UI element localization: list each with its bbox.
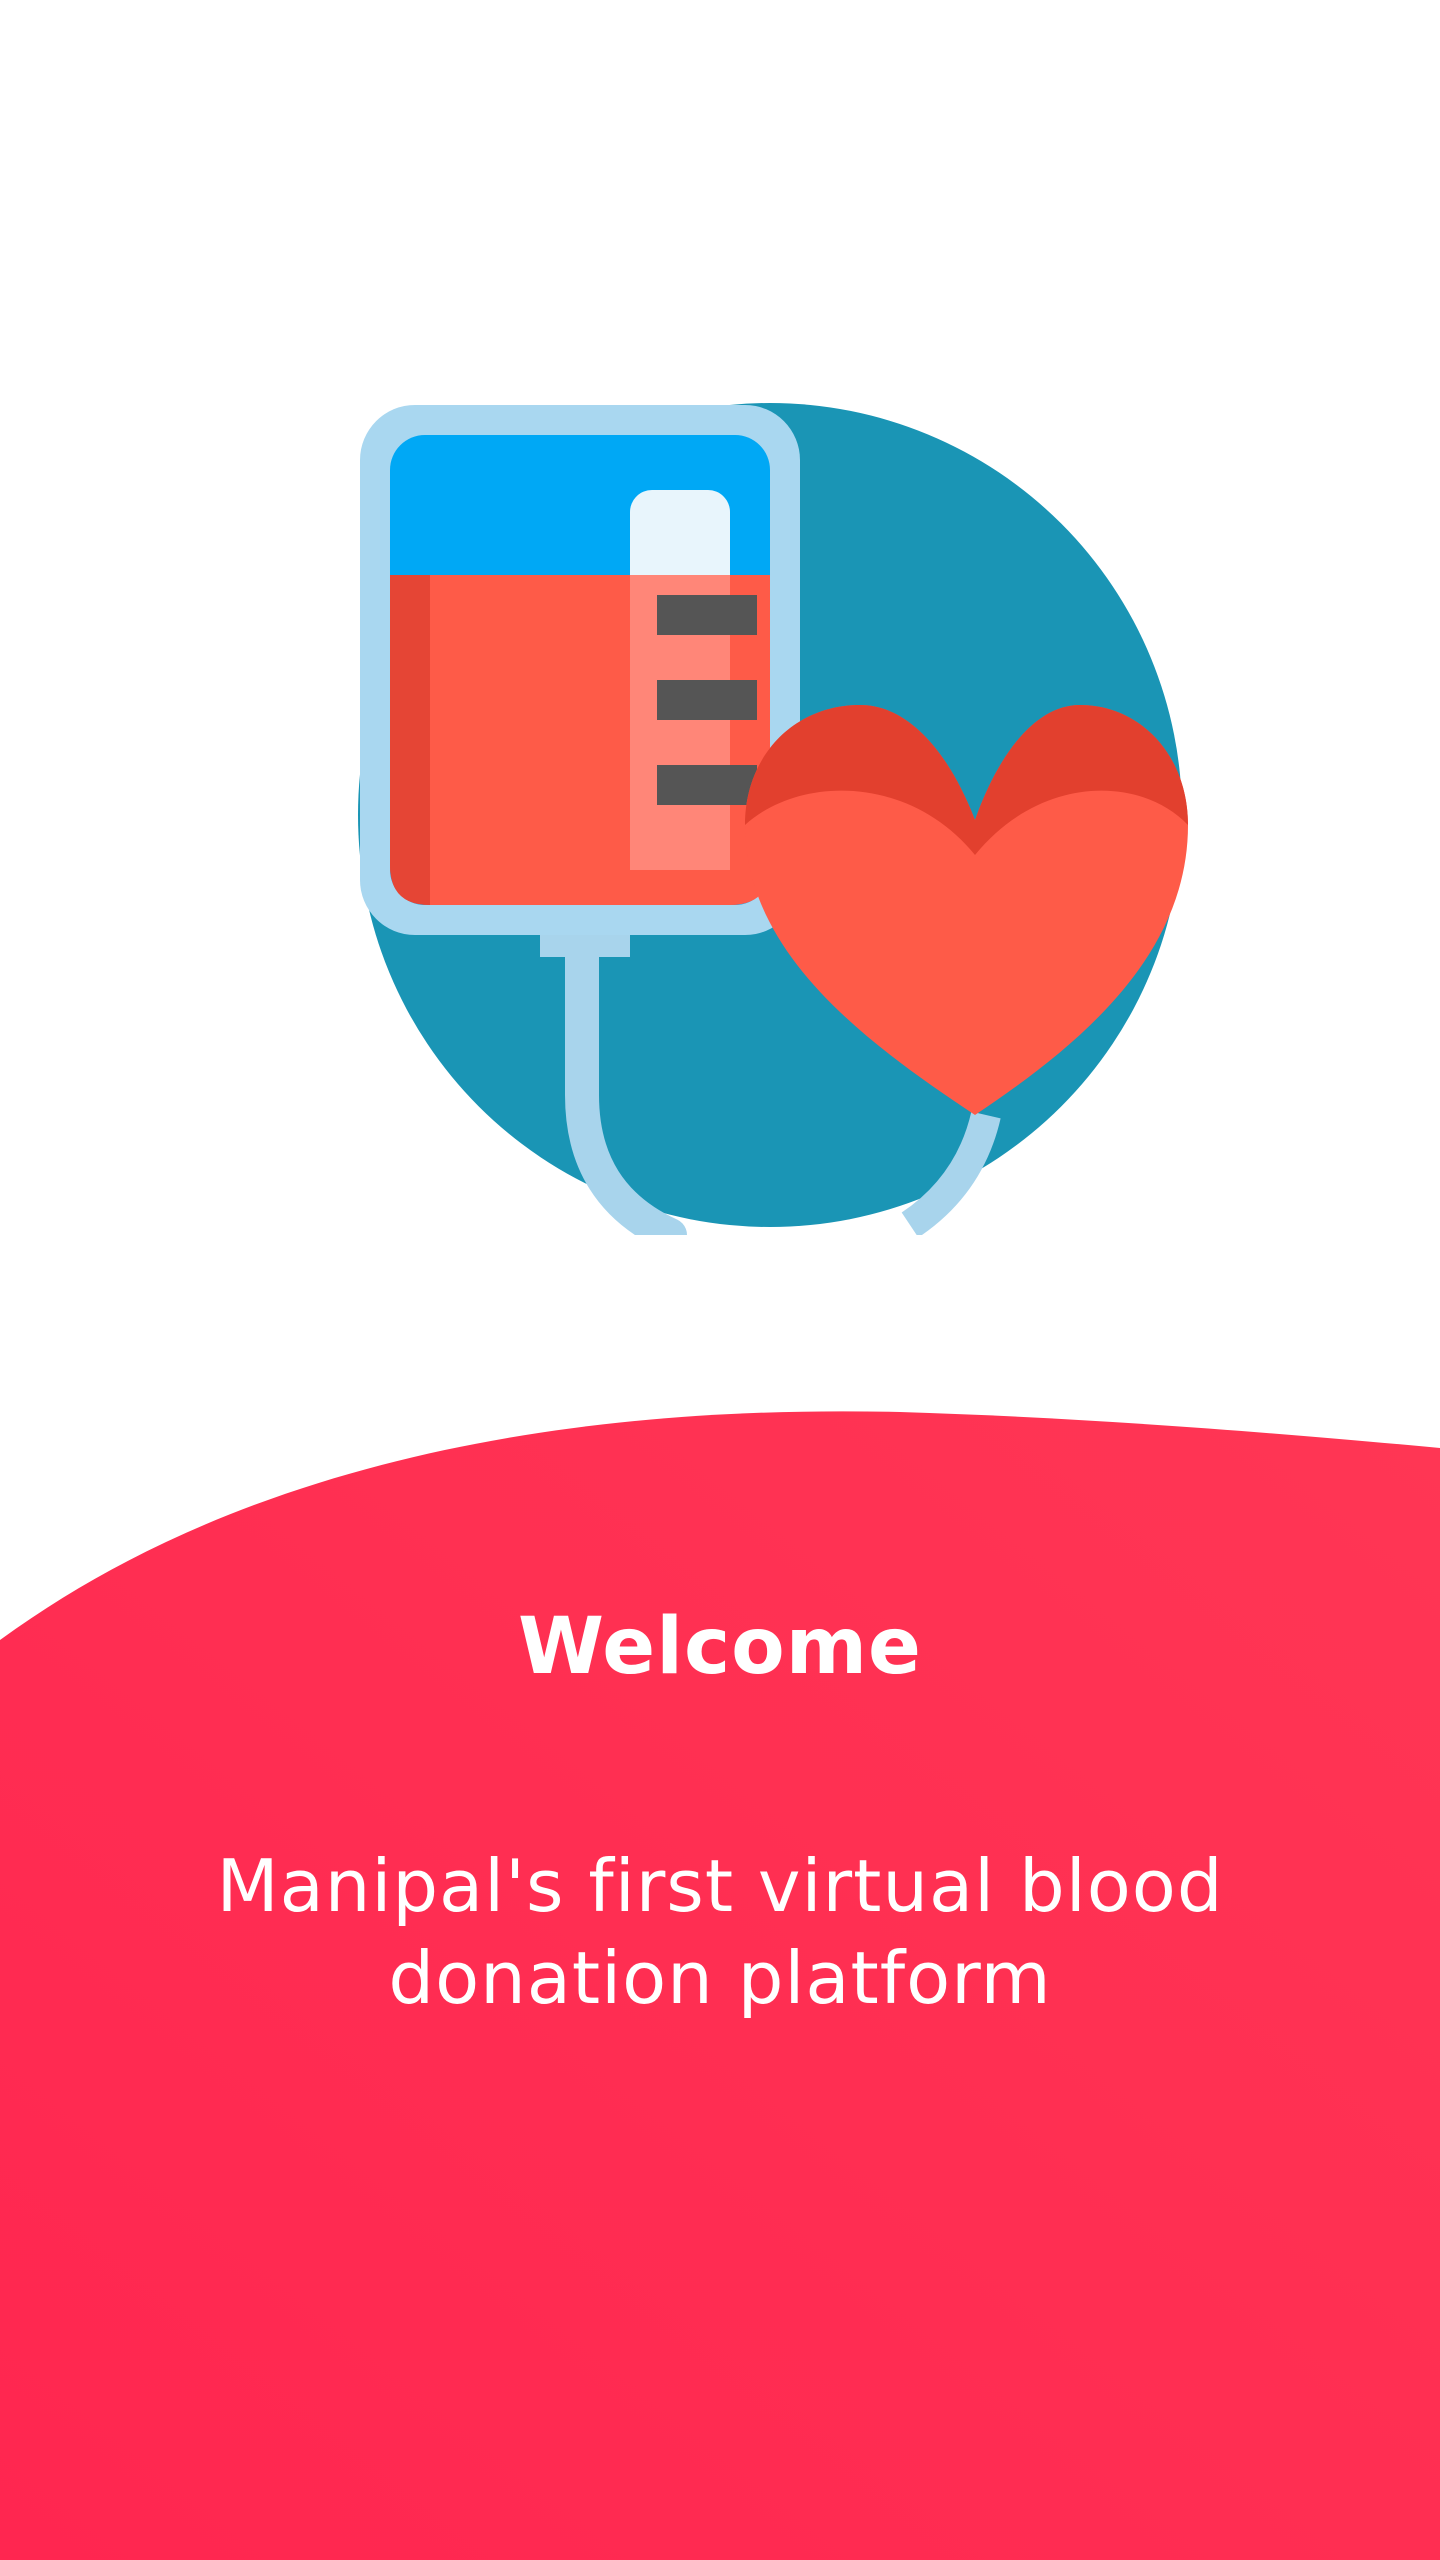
- welcome-title: Welcome: [518, 1602, 922, 1692]
- blood-bag-heart-icon: [350, 395, 1190, 1235]
- welcome-screen: Welcome Manipal's first virtual blood do…: [0, 0, 1440, 2560]
- tagline-text: Manipal's first virtual blood donation p…: [216, 1844, 1224, 2020]
